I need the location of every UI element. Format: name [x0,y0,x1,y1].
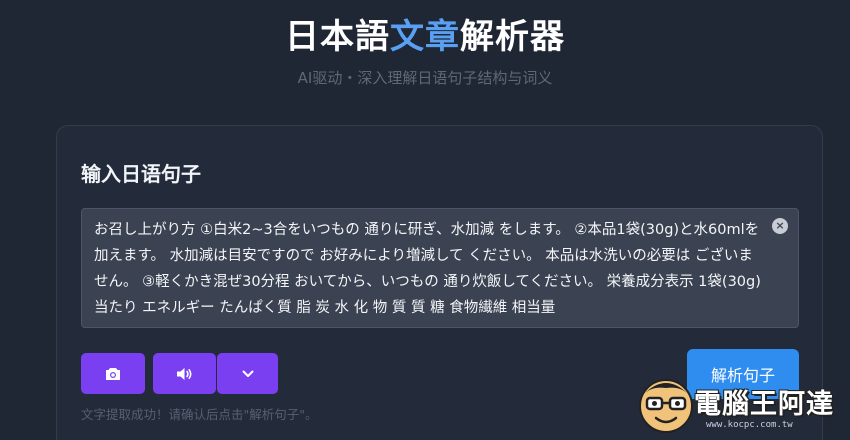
status-message: 文字提取成功！请确认后点击"解析句子"。 [81,407,318,422]
close-icon: × [775,219,785,232]
title-part-1: 日本語 [285,17,390,57]
page-title: 日本語文章解析器 [0,14,850,60]
mascot-face-icon [639,379,693,433]
page-subtitle: AI驱动・深入理解日语句子结构与词义 [297,69,553,87]
sentence-input[interactable]: お召し上がり方 ①白米2~3合をいつもの 通りに研ぎ、水加減 をします。 ②本品… [81,208,799,328]
speaker-button[interactable] [153,353,216,394]
chevron-down-icon [242,370,253,377]
dropdown-button[interactable] [217,353,278,394]
title-part-2: 解析器 [460,17,565,57]
watermark-url: www.kocpc.com.tw [706,420,793,430]
page-header: 日本語文章解析器 AI驱动・深入理解日语句子结构与词义 [0,14,850,88]
watermark: 電腦王阿達 www.kocpc.com.tw [636,376,846,436]
camera-button[interactable] [81,353,145,394]
watermark-text: 電腦王阿達 [694,389,834,420]
sentence-input-text: お召し上がり方 ①白米2~3合をいつもの 通りに研ぎ、水加減 をします。 ②本品… [94,222,761,316]
title-accent: 文章 [390,17,460,57]
speaker-icon [176,367,191,380]
input-card-title: 输入日语句子 [81,162,201,186]
clear-input-button[interactable]: × [772,218,788,234]
camera-icon [106,367,120,380]
